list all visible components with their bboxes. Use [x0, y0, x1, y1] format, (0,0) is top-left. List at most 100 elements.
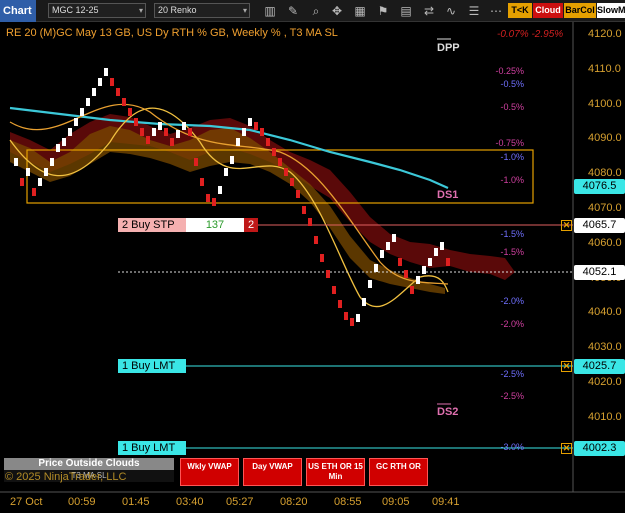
properties-icon[interactable]: ▦ — [352, 3, 368, 19]
renko-brick-up — [62, 138, 66, 146]
price-tick-label: 4070.0 — [588, 202, 622, 214]
templates-icon[interactable]: ☰ — [466, 3, 482, 19]
renko-brick-up — [56, 144, 60, 152]
renko-brick-down — [350, 318, 354, 326]
chart-trader-icon[interactable]: ⇄ — [421, 3, 437, 19]
cancel-stop-order-icon[interactable]: ✕ — [561, 220, 572, 231]
pan-icon[interactable]: ✥ — [329, 3, 345, 19]
renko-brick-up — [80, 108, 84, 116]
cancel-limit-order-1-icon[interactable]: ✕ — [561, 361, 572, 372]
percent-level-label: -2.5% — [500, 369, 524, 379]
price-tick-label: 4090.0 — [588, 132, 622, 145]
limit1-price-marker: 4025.7 — [574, 359, 625, 374]
renko-brick-up — [242, 128, 246, 136]
current-price-marker: 4052.1 — [574, 265, 625, 280]
chevron-down-icon: ▾ — [242, 6, 247, 15]
chart-panel[interactable]: RE 20 (M)GC May 13 GB, US Dy RTH % GB, W… — [0, 22, 625, 513]
renko-brick-up — [248, 118, 252, 126]
stop-order-count[interactable]: 2 — [244, 218, 258, 232]
chevron-down-icon: ▾ — [138, 6, 143, 15]
renko-brick-up — [44, 168, 48, 176]
time-tick-label: 08:20 — [280, 496, 308, 508]
renko-brick-up — [224, 168, 228, 176]
renko-brick-up — [236, 138, 240, 146]
more-icon[interactable]: ⋯ — [488, 3, 504, 19]
renko-brick-up — [86, 98, 90, 106]
renko-brick-down — [122, 98, 126, 106]
renko-brick-up — [104, 68, 108, 76]
ds1-label: DS1 — [437, 189, 459, 201]
slowm-toggle-button[interactable]: SlowM — [597, 3, 625, 18]
renko-brick-down — [194, 158, 198, 166]
renko-brick-down — [260, 128, 264, 136]
price-tick-label: 4040.0 — [588, 306, 622, 319]
renko-brick-down — [308, 218, 312, 226]
us-eth-or-button[interactable]: US ETH OR 15 Min — [306, 458, 365, 486]
renko-brick-up — [182, 122, 186, 130]
time-tick-label: 05:27 — [226, 496, 254, 508]
renko-brick-up — [368, 280, 372, 288]
time-tick-label: 09:05 — [382, 496, 410, 508]
renko-brick-up — [386, 242, 390, 250]
stop-order-qty[interactable]: 137 — [186, 218, 244, 232]
cancel-limit-order-2-icon[interactable]: ✕ — [561, 443, 572, 454]
renko-brick-up — [374, 264, 378, 272]
renko-brick-up — [68, 128, 72, 136]
renko-brick-up — [38, 178, 42, 186]
draw-tools-icon[interactable]: ✎ — [285, 3, 301, 19]
data-box-icon[interactable]: ▤ — [398, 3, 414, 19]
time-tick-label: 08:55 — [334, 496, 362, 508]
stop-price-marker: 4065.7 — [574, 218, 625, 233]
renko-brick-down — [146, 136, 150, 144]
instrument-value: MGC 12-25 — [52, 5, 99, 15]
stop-order-label[interactable]: 2 Buy STP — [118, 218, 186, 232]
renko-brick-up — [362, 298, 366, 306]
renko-brick-down — [344, 312, 348, 320]
renko-bricks — [14, 68, 450, 326]
chart-canvas — [0, 22, 625, 493]
percent-level-label: -1.5% — [500, 247, 524, 257]
percent-level-label: -3.0% — [500, 442, 524, 452]
renko-brick-up — [98, 78, 102, 86]
time-tick-label: 00:59 — [68, 496, 96, 508]
price-tick-label: 4100.0 — [588, 97, 622, 110]
time-tick-label: 27 Oct — [10, 496, 43, 508]
renko-brick-down — [206, 194, 210, 202]
weekly-vwap-button[interactable]: Wkly VWAP — [180, 458, 239, 486]
renko-brick-down — [140, 128, 144, 136]
strategy-icon[interactable]: ⚑ — [375, 3, 391, 19]
renko-brick-down — [398, 258, 402, 266]
renko-brick-up — [230, 156, 234, 164]
ichimoku-cloud-amber — [10, 126, 445, 294]
percent-level-label: -0.25% — [495, 66, 524, 76]
bar-type-selector[interactable]: 20 Renko ▾ — [154, 3, 250, 18]
price-tick-label: 4060.0 — [588, 236, 622, 249]
barcol-toggle-button[interactable]: BarCol — [564, 3, 596, 18]
chart-change-readout: -0.07% -2.95% — [497, 29, 564, 40]
renko-brick-down — [278, 158, 282, 166]
renko-brick-up — [428, 258, 432, 266]
renko-brick-up — [50, 158, 54, 166]
price-tick-label: 4080.0 — [588, 167, 622, 180]
cloud-toggle-button[interactable]: Cloud — [533, 3, 563, 18]
renko-brick-down — [314, 236, 318, 244]
indicators-icon[interactable]: ∿ — [443, 3, 459, 19]
percent-level-label: -2.0% — [500, 319, 524, 329]
renko-brick-down — [332, 286, 336, 294]
renko-brick-down — [290, 178, 294, 186]
gc-rth-or-button[interactable]: GC RTH OR — [369, 458, 428, 486]
limit-order-1-label[interactable]: 1 Buy LMT — [118, 359, 186, 373]
limit-order-2-label[interactable]: 1 Buy LMT — [118, 441, 186, 455]
tk-toggle-button[interactable]: T<K — [508, 3, 532, 18]
percent-level-label: -2.5% — [500, 391, 524, 401]
renko-brick-up — [434, 248, 438, 256]
chart-tab[interactable]: Chart — [0, 0, 36, 22]
limit2-price-marker: 4002.3 — [574, 441, 625, 456]
instrument-selector[interactable]: MGC 12-25 ▾ — [48, 3, 146, 18]
renko-brick-down — [116, 88, 120, 96]
percent-level-label: -1.0% — [500, 175, 524, 185]
bar-style-icon[interactable]: ▥ — [262, 3, 278, 19]
day-vwap-button[interactable]: Day VWAP — [243, 458, 302, 486]
zoom-icon[interactable]: ⌕ — [308, 3, 324, 19]
price-tick-label: 4120.0 — [588, 28, 622, 40]
